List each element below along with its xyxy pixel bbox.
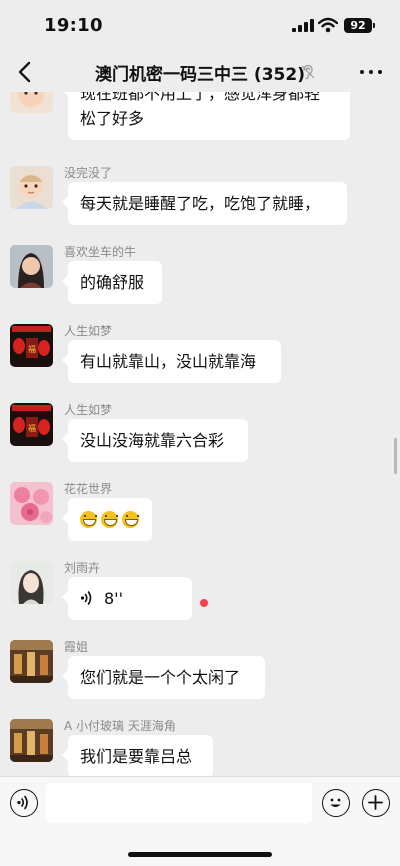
message-text-line: 松了好多 [80,109,145,128]
wifi-icon [318,17,338,33]
message-bubble[interactable] [62,498,152,541]
voice-input-button[interactable] [10,789,38,817]
chat-message: 福 人生如梦 没山没海就靠六合彩 [0,401,400,471]
woman-avatar[interactable] [10,245,53,288]
svg-text:福: 福 [28,345,36,354]
message-text-input[interactable] [46,783,312,823]
message-text: 您们就是一个个太闲了 [80,668,241,687]
unread-dot [200,599,208,607]
chat-message-list[interactable]: 现在班都不用上了，感觉浑身都轻 松了好多 没完没了 每天就是睡醒了吃，吃饱了就睡… [0,92,400,776]
market-avatar[interactable] [10,640,53,683]
message-bubble[interactable]: 您们就是一个个太闲了 [62,656,265,699]
chat-message: 霞姐 您们就是一个个太闲了 [0,638,400,708]
message-text: 我们是要靠吕总 [80,747,193,766]
scrollbar-thumb[interactable] [394,438,397,474]
smiley-icon [330,798,341,807]
roses-avatar[interactable] [10,482,53,525]
sender-name: 人生如梦 [64,403,113,417]
message-text: 每天就是睡醒了吃，吃饱了就睡， [80,194,321,213]
cellular-signal-icon [292,19,314,32]
status-bar: 19:10 92 [0,0,400,52]
message-bubble[interactable]: 没山没海就靠六合彩 [62,419,248,462]
svg-text:福: 福 [28,424,36,433]
chat-message: 福 人生如梦 有山就靠山，没山就靠海 [0,322,400,392]
plus-icon [368,795,383,810]
chat-message: 现在班都不用上了，感觉浑身都轻 松了好多 [0,92,400,150]
voice-duration: 8'' [104,589,123,608]
chat-message: 没完没了 每天就是睡醒了吃，吃饱了就睡， [0,164,400,234]
illustrated-woman-avatar[interactable] [10,561,53,604]
more-functions-button[interactable] [362,789,390,817]
sender-name: 人生如梦 [64,324,113,338]
voice-message-bubble[interactable]: 8'' [62,577,192,620]
chat-message: A 小付玻璃 天涯海角 我们是要靠吕总 [0,717,400,776]
baby-avatar[interactable] [10,166,53,209]
grin-emoji [122,511,139,528]
message-bubble[interactable]: 每天就是睡醒了吃，吃饱了就睡， [62,182,347,225]
sender-name: 霞姐 [64,640,89,654]
sender-name: 喜欢坐车的牛 [64,245,137,259]
grin-emoji [80,511,97,528]
sender-name: 没完没了 [64,166,113,180]
voice-wave-icon [80,591,92,605]
grin-emoji [101,511,118,528]
nav-bar: 澳门机密一码三中三 (352) [0,52,400,92]
mute-ear-icon [301,64,315,80]
message-text: 没山没海就靠六合彩 [80,431,225,450]
emoji-button[interactable] [322,789,350,817]
message-bubble[interactable]: 我们是要靠吕总 [62,735,213,776]
message-bubble[interactable]: 的确舒服 [62,261,162,304]
message-text: 的确舒服 [80,273,145,292]
battery-indicator: 92 [344,18,375,33]
message-bubble[interactable]: 有山就靠山，没山就靠海 [62,340,281,383]
red-lantern-avatar[interactable]: 福 [10,403,53,446]
voice-wave-icon [17,795,28,810]
red-lantern-avatar[interactable]: 福 [10,324,53,367]
market-avatar[interactable] [10,719,53,762]
baby-avatar[interactable] [10,92,53,113]
chat-message: 喜欢坐车的牛 的确舒服 [0,243,400,313]
sender-name: 刘雨卉 [64,561,101,575]
sender-name: 花花世界 [64,482,113,496]
more-options-button[interactable] [358,60,384,84]
chat-message: 刘雨卉 8'' [0,559,400,629]
message-bubble[interactable]: 现在班都不用上了，感觉浑身都轻 松了好多 [62,92,350,140]
chat-title: 澳门机密一码三中三 (352) [95,65,305,85]
chat-message: 花花世界 [0,480,400,550]
home-indicator[interactable] [128,852,272,857]
status-time: 19:10 [44,15,103,36]
sender-name: A 小付玻璃 天涯海角 [64,719,176,733]
message-text: 有山就靠山，没山就靠海 [80,352,257,371]
message-text-line: 现在班都不用上了，感觉浑身都轻 [80,92,321,103]
